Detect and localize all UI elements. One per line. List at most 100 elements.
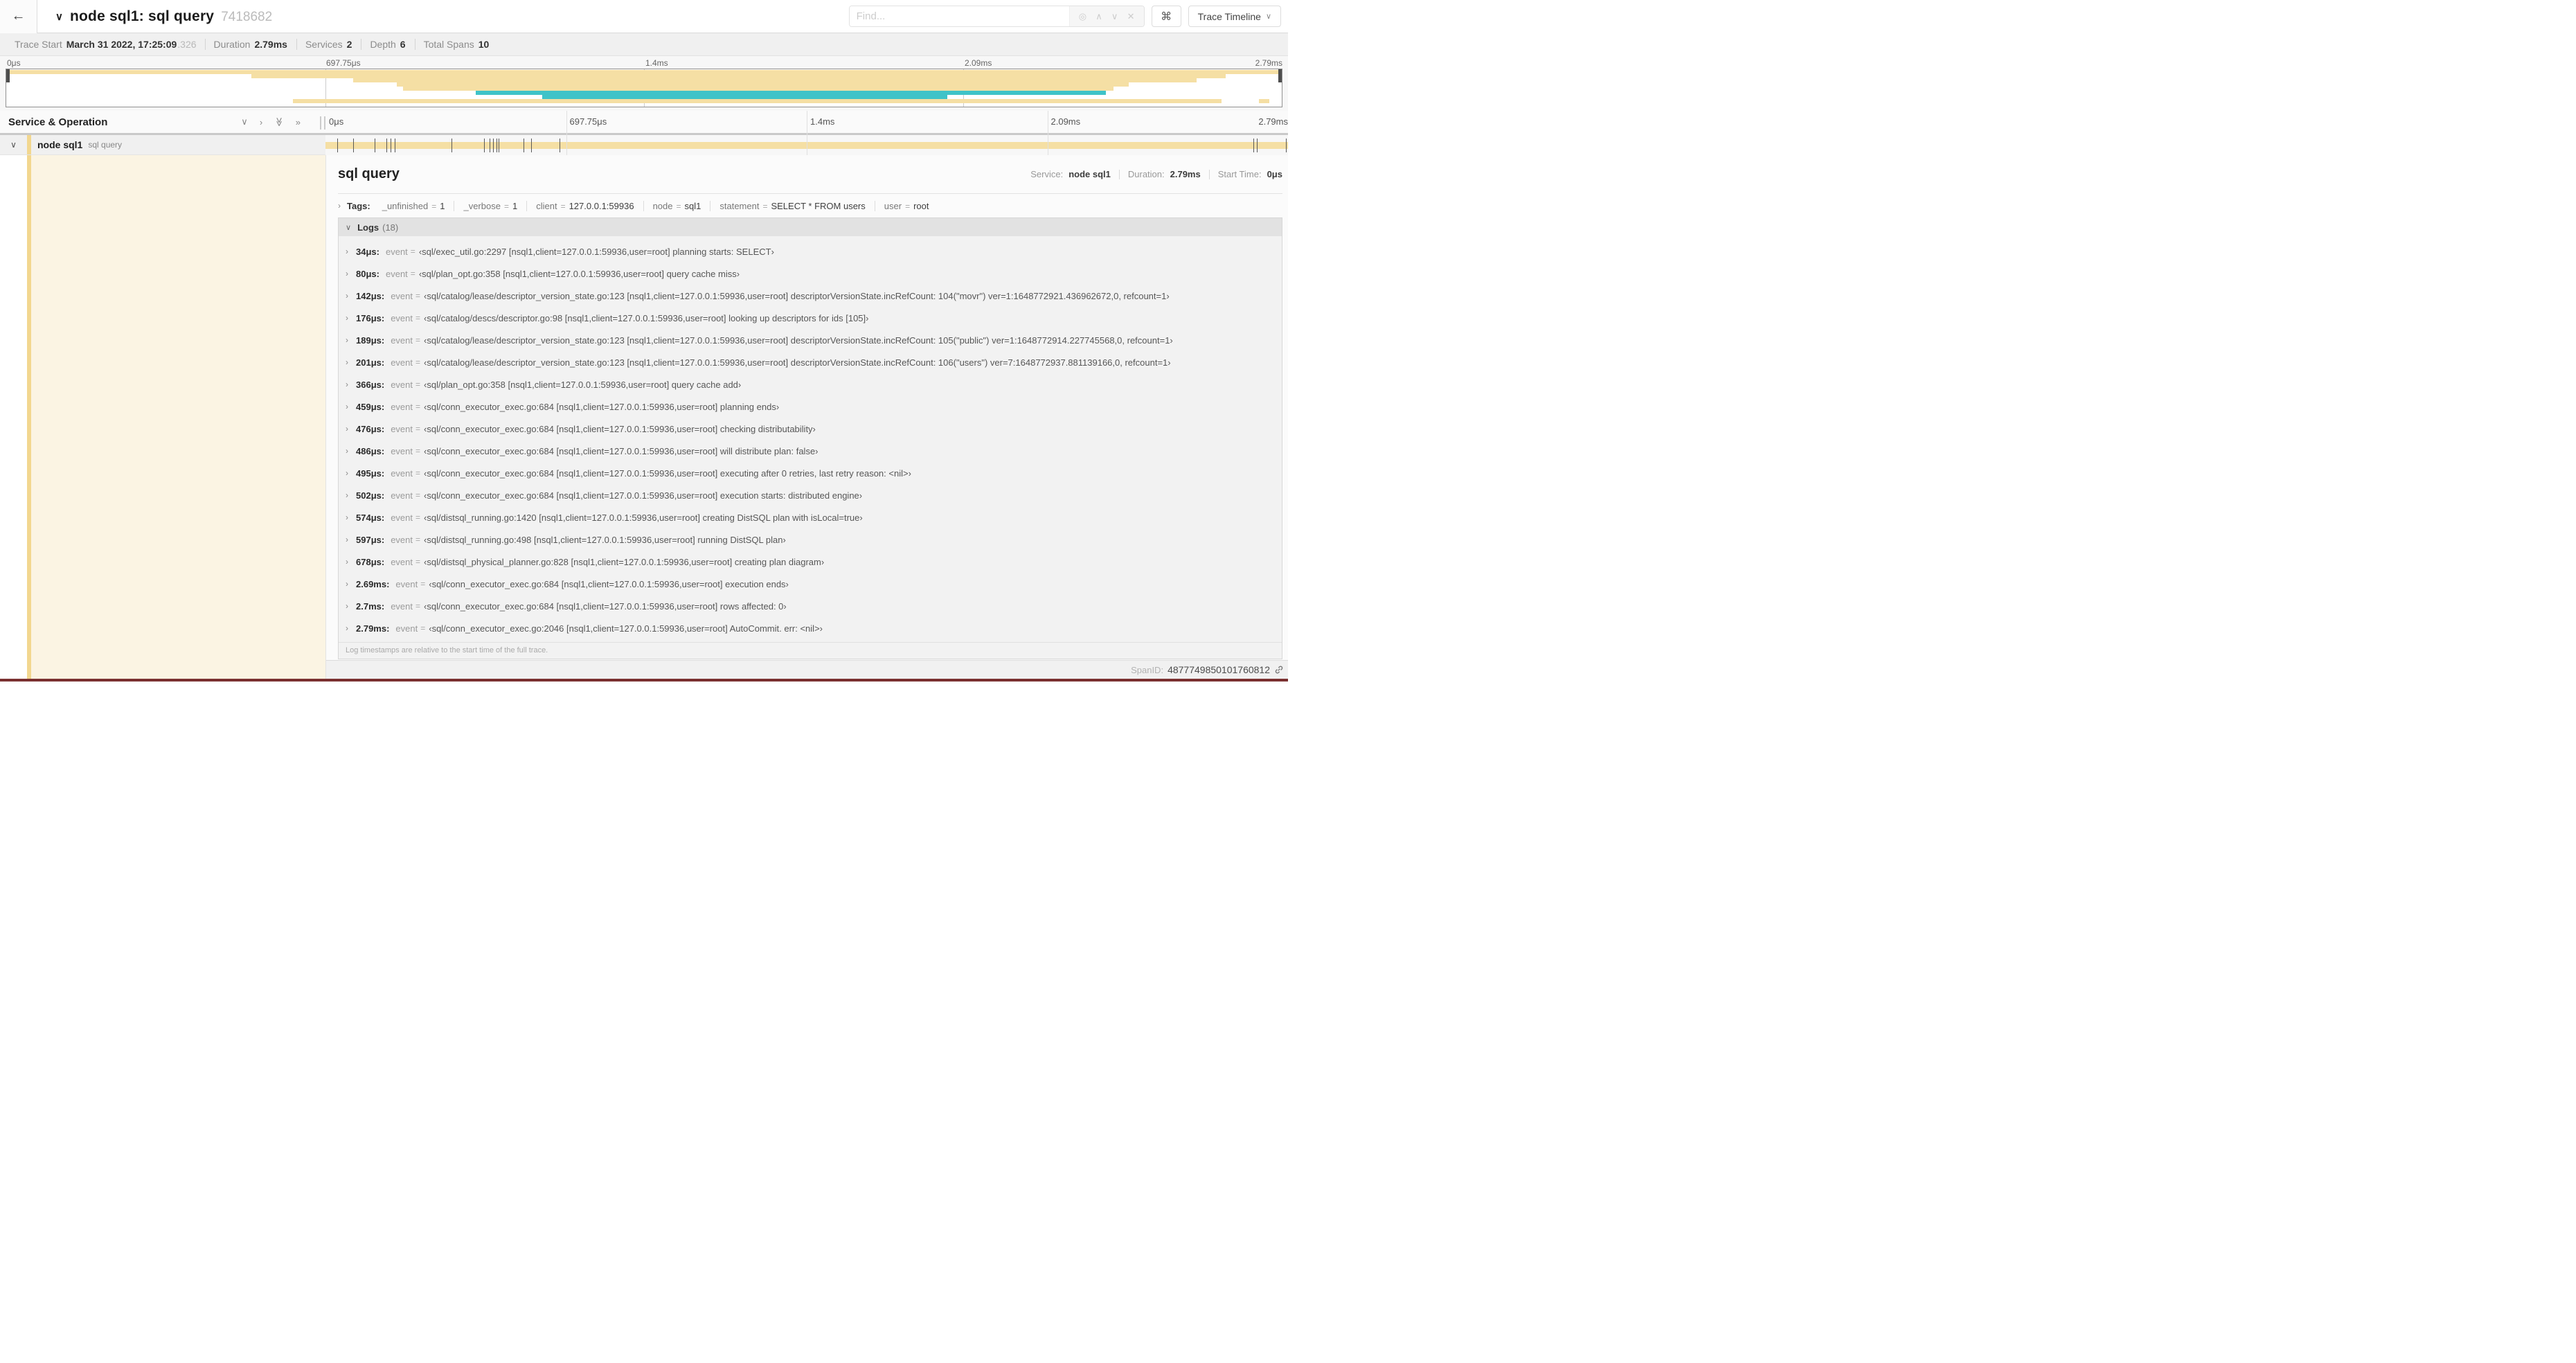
- span-name-cell[interactable]: ∨ node sql1 sql query: [0, 135, 325, 155]
- expand-log-icon[interactable]: ›: [346, 601, 356, 611]
- command-icon: ⌘: [1161, 10, 1172, 23]
- log-marker-tick[interactable]: [337, 139, 338, 152]
- expand-log-icon[interactable]: ›: [346, 357, 356, 367]
- collapse-span-icon[interactable]: ∨: [0, 140, 27, 150]
- expand-all-icon[interactable]: »: [296, 117, 301, 127]
- trace-timeline-view: ← ∨ node sql1: sql query 7418682 ◎ ∧ ∨ ✕…: [0, 0, 1288, 682]
- log-field-key: event: [385, 268, 408, 279]
- log-marker-tick[interactable]: [1285, 139, 1287, 152]
- equals-sign: =: [420, 579, 426, 589]
- log-marker-tick[interactable]: [1257, 139, 1258, 152]
- tag-key: statement: [719, 200, 760, 211]
- log-marker-tick[interactable]: [531, 139, 533, 152]
- clear-search-icon[interactable]: ✕: [1127, 11, 1135, 22]
- service-tint-background: [31, 155, 325, 679]
- log-timestamp: 597μs:: [356, 534, 385, 545]
- log-field-value: ‹sql/conn_executor_exec.go:684 [nsql1,cl…: [424, 445, 819, 456]
- back-button[interactable]: ←: [0, 0, 37, 33]
- log-entry[interactable]: › 495μs: event = ‹sql/conn_executor_exec…: [339, 462, 1282, 484]
- tag-item[interactable]: client = 127.0.0.1:59936: [527, 200, 644, 211]
- summary-item: Trace Start March 31 2022, 17:25:09 .326: [6, 39, 206, 50]
- expand-one-icon[interactable]: ›: [260, 117, 262, 127]
- expand-log-icon[interactable]: ›: [346, 468, 356, 478]
- log-entry[interactable]: › 201μs: event = ‹sql/catalog/lease/desc…: [339, 351, 1282, 373]
- expand-log-icon[interactable]: ›: [346, 269, 356, 278]
- log-entry[interactable]: › 176μs: event = ‹sql/catalog/descs/desc…: [339, 307, 1282, 329]
- collapse-logs-icon[interactable]: ∨: [346, 223, 351, 232]
- expand-tags-icon[interactable]: ›: [338, 201, 341, 211]
- expand-log-icon[interactable]: ›: [346, 335, 356, 345]
- log-marker-tick[interactable]: [1253, 139, 1255, 152]
- log-entry[interactable]: › 476μs: event = ‹sql/conn_executor_exec…: [339, 418, 1282, 440]
- expand-log-icon[interactable]: ›: [346, 490, 356, 500]
- log-marker-tick[interactable]: [493, 139, 494, 152]
- summary-value: 2: [346, 39, 352, 50]
- expand-log-icon[interactable]: ›: [346, 402, 356, 411]
- timeline-ruler: 0μs 697.75μs 1.4ms 2.09ms 2.79ms: [325, 111, 1288, 155]
- log-entry[interactable]: › 366μs: event = ‹sql/plan_opt.go:358 [n…: [339, 373, 1282, 395]
- log-entry[interactable]: › 142μs: event = ‹sql/catalog/lease/desc…: [339, 285, 1282, 307]
- link-icon[interactable]: [1274, 665, 1284, 675]
- log-entry[interactable]: › 459μs: event = ‹sql/conn_executor_exec…: [339, 395, 1282, 418]
- tag-item[interactable]: statement = SELECT * FROM users: [710, 200, 875, 211]
- logs-count: (18): [382, 222, 399, 233]
- find-tools: ◎ ∧ ∨ ✕: [1068, 6, 1144, 26]
- span-row: ∨ node sql1 sql query: [0, 135, 1288, 155]
- summary-label: Trace Start: [15, 39, 62, 50]
- expand-log-icon[interactable]: ›: [346, 446, 356, 456]
- log-entry[interactable]: › 678μs: event = ‹sql/distsql_physical_p…: [339, 551, 1282, 573]
- log-entry[interactable]: › 2.7ms: event = ‹sql/conn_executor_exec…: [339, 595, 1282, 617]
- tag-item[interactable]: _verbose = 1: [454, 200, 528, 211]
- locate-icon[interactable]: ◎: [1079, 11, 1086, 22]
- minimap-right-drag-handle[interactable]: [1278, 69, 1282, 82]
- expand-log-icon[interactable]: ›: [346, 380, 356, 389]
- log-marker-tick[interactable]: [386, 139, 387, 152]
- log-entry[interactable]: › 80μs: event = ‹sql/plan_opt.go:358 [ns…: [339, 262, 1282, 285]
- tag-item[interactable]: node = sql1: [644, 200, 711, 211]
- expand-log-icon[interactable]: ›: [346, 579, 356, 589]
- trace-title-group: ∨ node sql1: sql query 7418682: [37, 8, 272, 25]
- expand-log-icon[interactable]: ›: [346, 623, 356, 633]
- expand-log-icon[interactable]: ›: [346, 513, 356, 522]
- log-field-value: ‹sql/plan_opt.go:358 [nsql1,client=127.0…: [424, 379, 742, 390]
- tag-item[interactable]: user = root: [875, 201, 938, 211]
- keyboard-shortcuts-button[interactable]: ⌘: [1151, 6, 1181, 27]
- column-resizer-handle[interactable]: [320, 116, 325, 130]
- minimap-tick-label: 2.09ms: [965, 58, 992, 68]
- view-selector-button[interactable]: Trace Timeline ∨: [1188, 6, 1281, 27]
- equals-sign: =: [410, 247, 415, 256]
- expand-log-icon[interactable]: ›: [346, 247, 356, 256]
- log-entry[interactable]: › 574μs: event = ‹sql/distsql_running.go…: [339, 506, 1282, 528]
- find-input[interactable]: [849, 6, 1069, 26]
- span-bar-cell[interactable]: [325, 135, 1288, 155]
- minimap-canvas[interactable]: [6, 69, 1282, 107]
- log-marker-tick[interactable]: [352, 139, 354, 152]
- log-field-key: event: [391, 490, 413, 501]
- log-entry[interactable]: › 597μs: event = ‹sql/distsql_running.go…: [339, 528, 1282, 551]
- timeline-tick-label: 1.4ms: [810, 116, 835, 127]
- log-timestamp: 2.69ms:: [356, 578, 390, 589]
- log-marker-tick[interactable]: [451, 139, 453, 152]
- collapse-trace-icon[interactable]: ∨: [55, 10, 63, 23]
- tag-item[interactable]: _unfinished = 1: [373, 200, 455, 211]
- expand-log-icon[interactable]: ›: [346, 424, 356, 434]
- expand-log-icon[interactable]: ›: [346, 291, 356, 301]
- log-entry[interactable]: › 189μs: event = ‹sql/catalog/lease/desc…: [339, 329, 1282, 351]
- expand-log-icon[interactable]: ›: [346, 313, 356, 323]
- collapse-all-icon[interactable]: ≫: [274, 117, 285, 127]
- next-result-icon[interactable]: ∨: [1111, 11, 1118, 22]
- tags-row[interactable]: › Tags: _unfinished = 1 _verbose = 1 cli…: [338, 194, 1282, 217]
- logs-header[interactable]: ∨ Logs (18): [339, 218, 1282, 236]
- prev-result-icon[interactable]: ∧: [1095, 11, 1102, 22]
- minimap-left-drag-handle[interactable]: [6, 69, 10, 82]
- log-entry[interactable]: › 2.79ms: event = ‹sql/conn_executor_exe…: [339, 617, 1282, 639]
- collapse-one-icon[interactable]: ∨: [241, 116, 248, 127]
- log-entry[interactable]: › 486μs: event = ‹sql/conn_executor_exec…: [339, 440, 1282, 462]
- log-entry[interactable]: › 34μs: event = ‹sql/exec_util.go:2297 […: [339, 240, 1282, 262]
- log-field-value: ‹sql/plan_opt.go:358 [nsql1,client=127.0…: [418, 268, 740, 279]
- expand-log-icon[interactable]: ›: [346, 535, 356, 544]
- log-marker-tick[interactable]: [483, 139, 485, 152]
- log-entry[interactable]: › 2.69ms: event = ‹sql/conn_executor_exe…: [339, 573, 1282, 595]
- expand-log-icon[interactable]: ›: [346, 557, 356, 567]
- log-entry[interactable]: › 502μs: event = ‹sql/conn_executor_exec…: [339, 484, 1282, 506]
